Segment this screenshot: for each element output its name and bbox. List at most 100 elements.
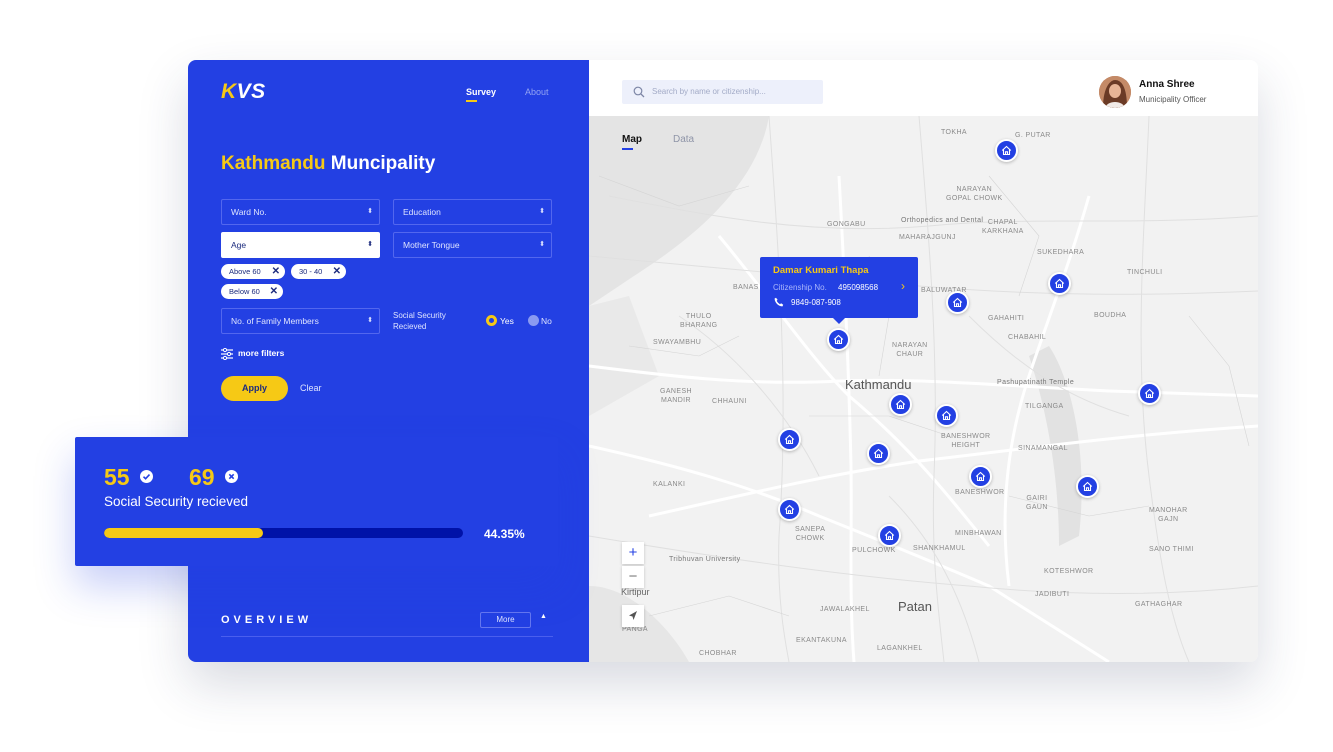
home-icon [895, 399, 906, 410]
close-icon[interactable]: ✕ [270, 284, 278, 299]
house-pin[interactable] [878, 524, 901, 547]
house-pin[interactable] [827, 328, 850, 351]
close-icon[interactable]: ✕ [333, 264, 341, 279]
search-icon [633, 86, 645, 98]
apply-button[interactable]: Apply [221, 376, 288, 401]
map-label-city: Kathmandu [845, 377, 912, 392]
stats-label: Social Security recieved [104, 494, 249, 509]
ward-select[interactable]: Ward No. ⬍ [221, 199, 380, 225]
house-pin[interactable] [1138, 382, 1161, 405]
family-members-select[interactable]: No. of Family Members ⬍ [221, 308, 380, 334]
updown-icon: ⬍ [539, 241, 545, 248]
tab-data[interactable]: Data [673, 134, 694, 145]
zoom-out-button[interactable]: − [622, 566, 644, 588]
home-icon [833, 334, 844, 345]
map-label: TOKHA [941, 129, 967, 136]
avatar[interactable] [1099, 76, 1131, 108]
map-label: NARAYAN CHAUR [892, 342, 928, 358]
map-label: GATHAGHAR [1135, 601, 1183, 608]
home-icon [1144, 388, 1155, 399]
education-select[interactable]: Education ⬍ [393, 199, 552, 225]
map-label: BANAS [733, 284, 759, 291]
title-highlight: Kathmandu [221, 153, 326, 174]
house-pin[interactable] [969, 465, 992, 488]
progress-percent: 44.35% [484, 527, 525, 541]
map-label: Orthopedics and Dental [901, 217, 984, 224]
updown-icon: ⬍ [367, 317, 373, 324]
search-input[interactable]: Search by name or citizenship... [622, 80, 823, 104]
map-label: TINCHULI [1127, 269, 1163, 276]
sliders-icon [221, 348, 233, 360]
nav-survey[interactable]: Survey [466, 87, 496, 97]
home-icon [884, 530, 895, 541]
mother-tongue-select[interactable]: Mother Tongue ⬍ [393, 232, 552, 258]
map-label: SANO THIMI [1149, 546, 1194, 553]
map-label: JADIBUTI [1035, 591, 1070, 598]
house-pin[interactable] [889, 393, 912, 416]
filter-chip-above-60[interactable]: Above 60 ✕ [221, 264, 285, 279]
home-icon [784, 504, 795, 515]
map-label: PULCHOWK [852, 547, 896, 554]
house-pin[interactable] [778, 498, 801, 521]
navigation-arrow-icon [629, 611, 637, 620]
map-label: NARAYAN GOPAL CHOWK [946, 186, 1003, 202]
popup-phone: 9849-087-908 [791, 298, 841, 307]
map-label: JAWALAKHEL [820, 606, 870, 613]
filter-chip-30-40[interactable]: 30 - 40 ✕ [291, 264, 346, 279]
house-pin[interactable] [1048, 272, 1071, 295]
clear-button[interactable]: Clear [300, 383, 322, 393]
filter-chip-below-60[interactable]: Below 60 ✕ [221, 284, 283, 299]
more-filters-link[interactable]: more filters [238, 348, 284, 358]
locate-button[interactable] [622, 605, 644, 627]
chip-label: Above 60 [229, 267, 261, 276]
user-photo [1099, 76, 1131, 108]
person-popup[interactable]: Damar Kumari Thapa Citizenship No. 49509… [760, 257, 918, 324]
home-icon [1082, 481, 1093, 492]
map-label: BANESHWOR [955, 489, 1005, 496]
house-pin[interactable] [995, 139, 1018, 162]
map-view[interactable]: Map Data TOKHA G. PUTAR NARAYAN GOPAL CH… [589, 116, 1258, 662]
chevron-right-icon[interactable]: › [901, 279, 905, 293]
stage: KVS Survey About Kathmandu Muncipality W… [0, 0, 1333, 752]
app-logo[interactable]: KVS [221, 80, 266, 104]
map-label: TILGANGA [1025, 403, 1064, 410]
age-select[interactable]: Age ⬍ [221, 232, 380, 258]
house-pin[interactable] [778, 428, 801, 451]
popup-citizenship-value: 495098568 [838, 283, 879, 292]
social-security-label: Social Security Recieved [393, 311, 446, 331]
house-pin[interactable] [1076, 475, 1099, 498]
popup-name: Damar Kumari Thapa [773, 265, 869, 276]
map-label: SHANKHAMUL [913, 545, 966, 552]
map-label: MAHARAJGUNJ [899, 234, 956, 241]
map-label: Tribhuvan University [669, 556, 741, 563]
age-select-label: Age [231, 240, 247, 250]
zoom-in-button[interactable]: + [622, 542, 644, 564]
updown-icon: ⬍ [367, 208, 373, 215]
house-pin[interactable] [946, 291, 969, 314]
logo-k: K [221, 80, 237, 103]
map-label: GAHAHITI [988, 315, 1025, 322]
map-label-city: Patan [898, 599, 932, 614]
radio-yes-label: Yes [500, 316, 514, 326]
check-circle-icon [140, 470, 153, 483]
home-icon [784, 434, 795, 445]
map-label: MINBHAWAN [955, 530, 1002, 537]
map-label: SINAMANGAL [1018, 445, 1068, 452]
house-pin[interactable] [935, 404, 958, 427]
home-icon [1054, 278, 1065, 289]
nav-about[interactable]: About [525, 87, 549, 97]
tab-map[interactable]: Map [622, 134, 642, 145]
overview-more-button[interactable]: More [480, 612, 531, 628]
map-label: GANESH MANDIR [660, 388, 692, 404]
close-icon[interactable]: ✕ [272, 264, 280, 279]
radio-no[interactable] [528, 315, 539, 326]
house-pin[interactable] [867, 442, 890, 465]
updown-icon: ⬍ [539, 208, 545, 215]
app-window: KVS Survey About Kathmandu Muncipality W… [188, 60, 1258, 662]
caret-up-icon[interactable]: ▲ [540, 613, 547, 620]
radio-yes[interactable] [486, 315, 497, 326]
map-label: SWAYAMBHU [653, 339, 702, 346]
map-label: BANESHWOR HEIGHT [941, 433, 991, 449]
education-select-label: Education [403, 207, 441, 217]
map-label: CHABAHIL [1008, 334, 1047, 341]
